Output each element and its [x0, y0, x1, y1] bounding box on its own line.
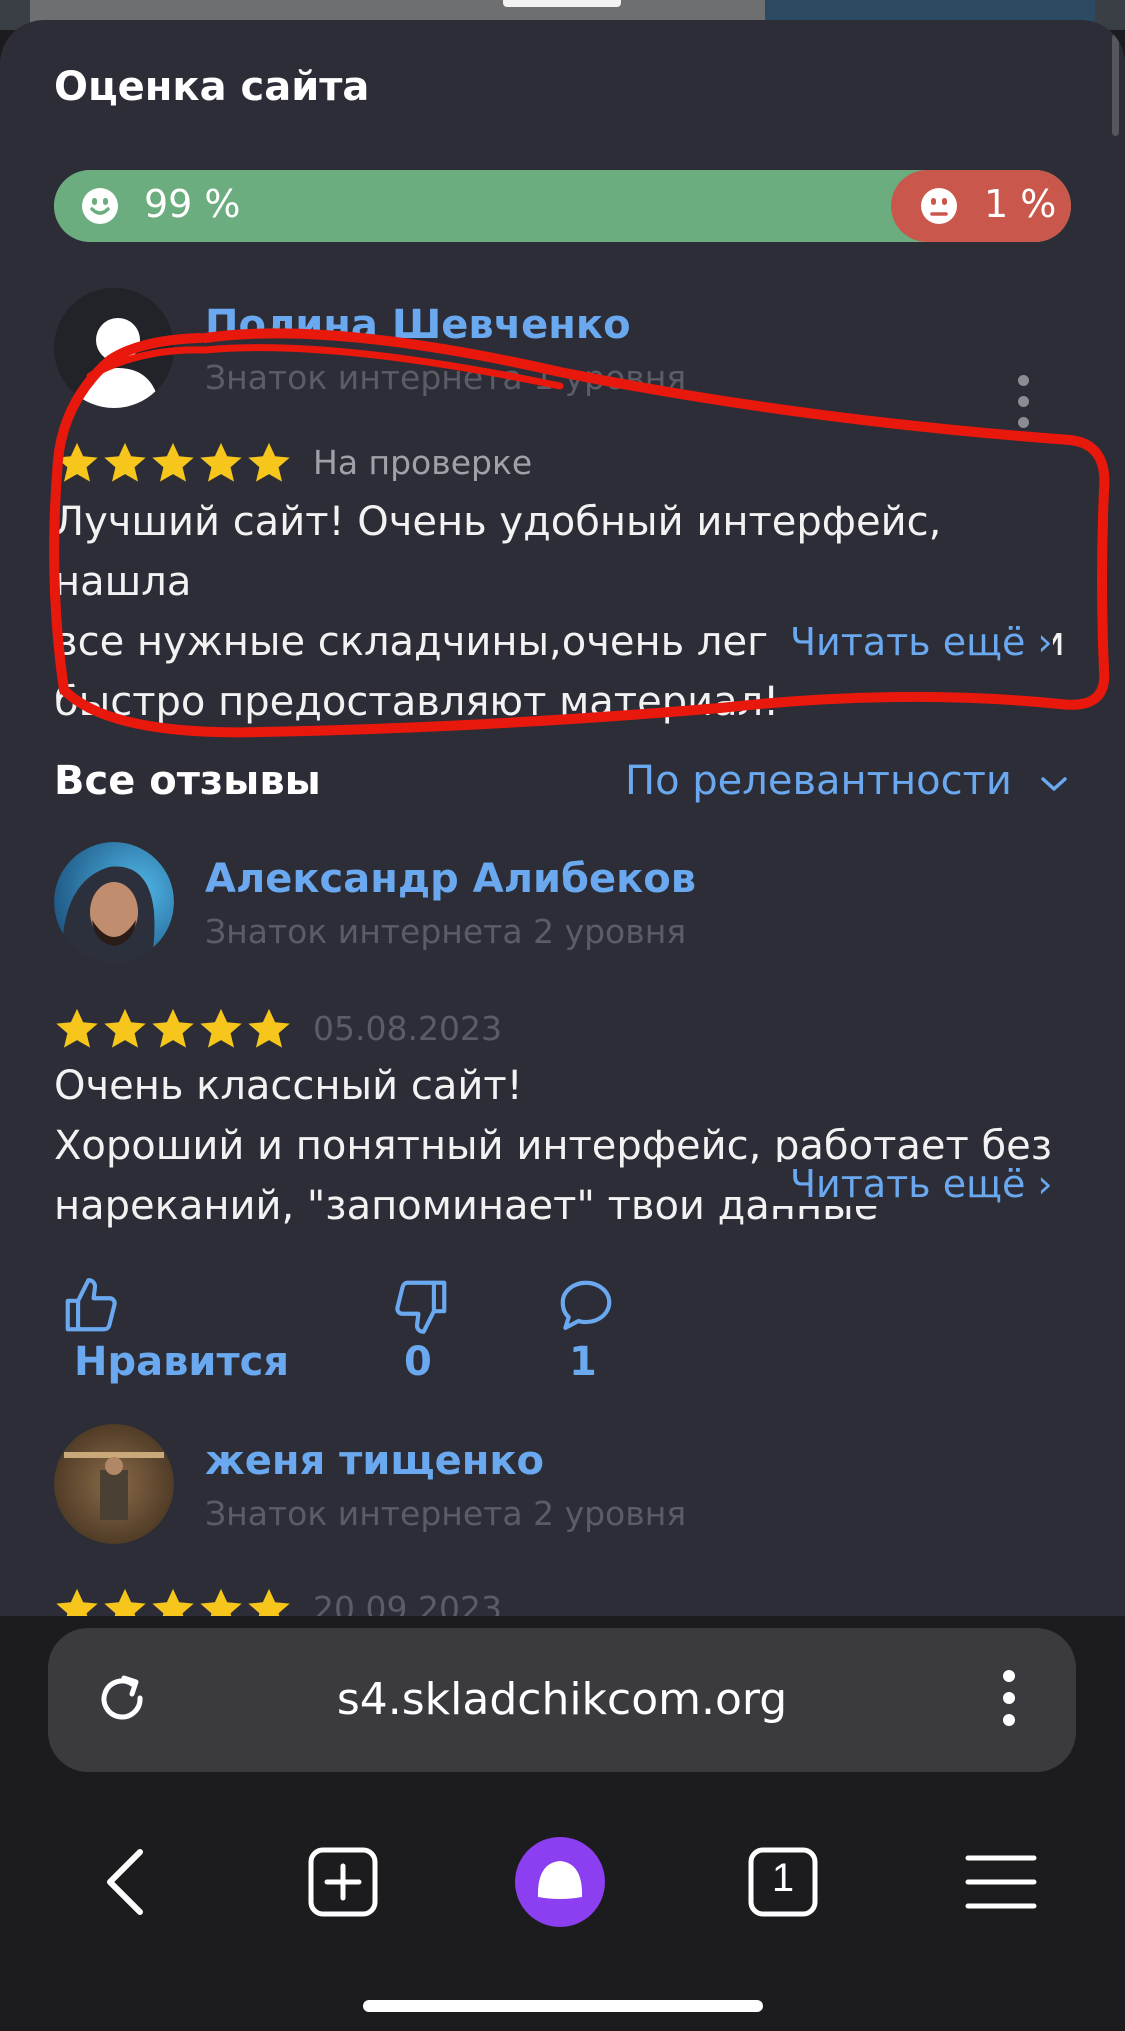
- star-icon: [200, 1588, 242, 1616]
- more-icon[interactable]: [1003, 1670, 1015, 1726]
- review-line: быстро предоставляют материал!: [54, 679, 780, 725]
- read-more-link[interactable]: Читать ещё ›: [770, 620, 1053, 664]
- star-icon: [152, 442, 194, 482]
- author-level: Знаток интернета 2 уровня: [205, 912, 687, 951]
- author-name[interactable]: женя тищенко: [205, 1438, 544, 1484]
- smile-icon: [82, 188, 118, 224]
- review-more-icon[interactable]: [1018, 375, 1030, 438]
- review-text: Лучший сайт! Очень удобный интерфейс, на…: [54, 492, 1084, 732]
- url-text[interactable]: s4.skladchikcom.org: [48, 1674, 1076, 1725]
- dislike-count: 0: [404, 1339, 432, 1385]
- star-rating: [54, 1586, 294, 1616]
- menu-icon[interactable]: [964, 1852, 1038, 1912]
- home-indicator[interactable]: [363, 2000, 763, 2012]
- like-label: Нравится: [74, 1339, 290, 1385]
- scrollbar[interactable]: [1112, 34, 1119, 136]
- star-icon: [152, 1588, 194, 1616]
- back-icon[interactable]: [96, 1842, 156, 1922]
- review-date: 20.09.2023: [313, 1589, 502, 1616]
- star-rating: [54, 440, 294, 490]
- star-icon: [200, 442, 242, 482]
- author-name[interactable]: Александр Алибеков: [205, 856, 696, 902]
- star-icon: [248, 1008, 290, 1048]
- star-icon: [104, 1008, 146, 1048]
- comment-count: 1: [569, 1339, 597, 1385]
- star-icon: [248, 442, 290, 482]
- star-icon: [56, 1008, 98, 1048]
- negative-percent: 1 %: [984, 182, 1057, 226]
- like-button[interactable]: Нравится: [60, 1275, 289, 1385]
- review-line: Лучший сайт! Очень удобный интерфейс, на…: [54, 499, 942, 605]
- all-reviews-title: Все отзывы: [54, 758, 321, 804]
- chevron-down-icon: [1040, 777, 1067, 791]
- author-level: Знаток интернета 1 уровня: [205, 358, 687, 397]
- star-icon: [104, 1588, 146, 1616]
- new-tab-icon[interactable]: [307, 1846, 379, 1918]
- star-icon: [56, 442, 98, 482]
- positive-percent: 99 %: [144, 182, 241, 226]
- review-date: 05.08.2023: [313, 1009, 502, 1048]
- rating-bar: 99 % 1 %: [54, 170, 1071, 242]
- avatar[interactable]: [54, 1424, 174, 1544]
- author-level: Знаток интернета 2 уровня: [205, 1494, 687, 1533]
- author-name[interactable]: Полина Шевченко: [205, 302, 631, 348]
- sad-icon: [921, 188, 957, 224]
- sort-dropdown[interactable]: По релевантности: [625, 758, 1069, 804]
- star-icon: [104, 442, 146, 482]
- star-icon: [248, 1588, 290, 1616]
- avatar[interactable]: [54, 288, 174, 408]
- sort-label: По релевантности: [625, 758, 1012, 804]
- tabs-icon[interactable]: 1: [747, 1846, 819, 1918]
- thumbs-down-icon: [395, 1280, 447, 1334]
- comments-button[interactable]: 1: [555, 1275, 617, 1385]
- user-photo: [54, 842, 174, 962]
- reviews-sheet: Оценка сайта 99 % 1 % Полина Шевченко Зн…: [0, 20, 1125, 1616]
- read-more-link[interactable]: Читать ещё ›: [770, 1162, 1053, 1206]
- tabs-count: 1: [771, 1856, 795, 1900]
- comment-icon: [560, 1280, 612, 1331]
- star-icon: [56, 1588, 98, 1616]
- section-title: Оценка сайта: [54, 64, 370, 110]
- sheet-handle[interactable]: [503, 0, 621, 7]
- star-icon: [152, 1008, 194, 1048]
- review-status: На проверке: [313, 443, 533, 482]
- address-bar[interactable]: s4.skladchikcom.org: [48, 1628, 1076, 1772]
- negative-share: 1 %: [891, 170, 1071, 242]
- browser-toolbar: 1: [0, 1790, 1125, 2031]
- review-text: Очень классный сайт! Хороший и понятный …: [54, 1056, 1084, 1236]
- user-photo: [54, 1424, 174, 1544]
- user-placeholder-icon: [54, 288, 174, 408]
- dislike-button[interactable]: 0: [390, 1275, 452, 1385]
- avatar[interactable]: [54, 842, 174, 962]
- review-line: Очень классный сайт!: [54, 1063, 523, 1109]
- thumbs-up-icon: [65, 1278, 117, 1332]
- alice-icon[interactable]: [515, 1837, 605, 1927]
- star-icon: [200, 1008, 242, 1048]
- star-rating: [54, 1006, 294, 1056]
